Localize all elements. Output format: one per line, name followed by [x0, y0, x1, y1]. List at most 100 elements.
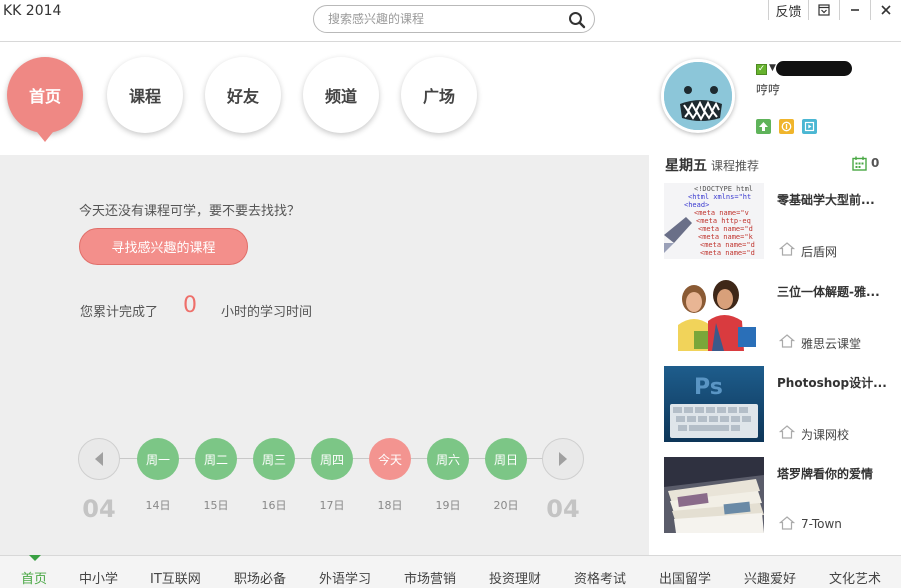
coin-icon[interactable]	[779, 119, 794, 134]
home-icon	[779, 425, 795, 439]
day-thu[interactable]: 周四	[311, 438, 353, 480]
category-arts[interactable]: 文化艺术	[829, 568, 881, 587]
category-workplace[interactable]: 职场必备	[234, 568, 286, 587]
study-time-suffix: 小时的学习时间	[221, 305, 313, 320]
code-thumbnail: <!DOCTYPE html <html xmlns="ht <head> <m…	[664, 183, 764, 259]
course-title[interactable]: 塔罗牌看你的爱情	[777, 465, 895, 482]
month-left: 04	[82, 495, 116, 523]
minimize-icon[interactable]	[839, 0, 870, 20]
month-right: 04	[546, 495, 580, 523]
nav-home[interactable]: 首页	[7, 57, 83, 142]
nav-friends[interactable]: 好友	[205, 57, 281, 133]
date-tue: 15日	[203, 499, 229, 512]
calendar-icon[interactable]	[852, 156, 867, 171]
day-sun[interactable]: 周日	[485, 438, 527, 480]
date-sun: 20日	[493, 499, 519, 512]
active-category-marker	[29, 555, 41, 561]
students-thumbnail	[664, 275, 764, 351]
home-icon	[779, 242, 795, 256]
date-sat: 19日	[435, 499, 461, 512]
svg-text:<meta name="d: <meta name="d	[700, 241, 755, 249]
close-icon[interactable]	[870, 0, 901, 20]
course-title[interactable]: 零基础学大型前...	[777, 191, 895, 208]
course-org[interactable]: 7-Town	[801, 517, 842, 531]
recommend-panel: 星期五 课程推荐 0 <!DOCTYPE html <html xmlns="ht…	[649, 155, 901, 555]
course-card[interactable]: Ps Photoshop设计... 为课网校	[664, 366, 901, 442]
svg-text:<meta name="v: <meta name="v	[694, 209, 749, 217]
nickname: 哼哼	[756, 83, 781, 97]
find-courses-button[interactable]: 寻找感兴趣的课程	[79, 228, 248, 265]
tarot-cards-thumbnail	[664, 457, 764, 533]
search-input[interactable]	[328, 10, 568, 28]
redacted-username	[776, 61, 852, 76]
calendar-count: 0	[871, 156, 880, 170]
date-mon: 14日	[145, 499, 171, 512]
category-study-abroad[interactable]: 出国留学	[659, 568, 711, 587]
date-wed: 16日	[261, 499, 287, 512]
app-title: KK 2014	[3, 3, 62, 19]
recommend-heading: 星期五 课程推荐	[665, 155, 759, 175]
svg-text:<!DOCTYPE html: <!DOCTYPE html	[694, 185, 753, 193]
day-sat[interactable]: 周六	[427, 438, 469, 480]
course-card[interactable]: 塔罗牌看你的爱情 7-Town	[664, 457, 901, 533]
svg-text:<meta name="d: <meta name="d	[700, 249, 755, 257]
category-exams[interactable]: 资格考试	[574, 568, 626, 587]
day-wed[interactable]: 周三	[253, 438, 295, 480]
svg-text:<meta http-eq: <meta http-eq	[696, 217, 751, 225]
online-status-icon[interactable]: ✓	[756, 64, 767, 75]
svg-text:<meta name="k: <meta name="k	[698, 233, 754, 241]
feedback-button[interactable]: 反馈	[768, 0, 808, 20]
chevron-left-icon	[95, 452, 103, 466]
course-org[interactable]: 雅思云课堂	[801, 335, 861, 352]
day-today[interactable]: 今天	[369, 438, 411, 480]
title-bar: KK 2014 反馈	[0, 0, 901, 42]
category-bar: 首页 中小学 IT互联网 职场必备 外语学习 市场营销 投资理财 资格考试 出国…	[0, 555, 901, 588]
category-finance[interactable]: 投资理财	[489, 568, 541, 587]
day-mon[interactable]: 周一	[137, 438, 179, 480]
search-box[interactable]	[313, 5, 595, 33]
category-home[interactable]: 首页	[21, 568, 47, 587]
category-marketing[interactable]: 市场营销	[404, 568, 456, 587]
course-org[interactable]: 为课网校	[801, 426, 849, 443]
course-title[interactable]: Photoshop设计...	[777, 374, 895, 391]
study-time-prefix: 您累计完成了	[80, 305, 159, 320]
nav-channels[interactable]: 频道	[303, 57, 379, 133]
category-it[interactable]: IT互联网	[150, 568, 201, 587]
date-today: 18日	[377, 499, 403, 512]
course-card[interactable]: 三位一体解题-雅... 雅思云课堂	[664, 275, 901, 351]
chevron-right-icon	[559, 452, 567, 466]
user-badges	[756, 119, 817, 134]
next-week-button[interactable]	[542, 438, 584, 480]
course-card[interactable]: <!DOCTYPE html <html xmlns="ht <head> <m…	[664, 183, 901, 259]
study-time-value: 0	[183, 293, 197, 318]
avatar[interactable]	[661, 59, 735, 133]
course-org[interactable]: 后盾网	[801, 243, 837, 260]
main-nav: 首页 课程 好友 频道 广场 ✓ ▼ 哼哼	[0, 43, 901, 155]
recommend-subtitle: 课程推荐	[711, 159, 760, 173]
upgrade-icon[interactable]	[756, 119, 771, 134]
home-icon	[779, 334, 795, 348]
weekday-label: 星期五	[665, 158, 707, 174]
svg-text:<head>: <head>	[684, 201, 709, 209]
nav-square[interactable]: 广场	[401, 57, 477, 133]
day-tue[interactable]: 周二	[195, 438, 237, 480]
home-icon	[779, 516, 795, 530]
photoshop-keyboard-thumbnail: Ps	[664, 366, 764, 442]
no-course-prompt: 今天还没有课程可学，要不要去找找？	[79, 204, 301, 219]
course-title[interactable]: 三位一体解题-雅...	[777, 283, 895, 300]
prev-week-button[interactable]	[78, 438, 120, 480]
nav-courses[interactable]: 课程	[107, 57, 183, 133]
category-language[interactable]: 外语学习	[319, 568, 371, 587]
search-icon[interactable]	[568, 11, 586, 29]
video-icon[interactable]	[802, 119, 817, 134]
status-dropdown-icon[interactable]: ▼	[769, 63, 776, 73]
category-hobbies[interactable]: 兴趣爱好	[744, 568, 796, 587]
today-panel: 今天还没有课程可学，要不要去找找？ 寻找感兴趣的课程 您累计完成了 0 小时的学…	[0, 155, 649, 555]
dropdown-icon[interactable]	[808, 0, 839, 20]
category-k12[interactable]: 中小学	[79, 568, 118, 587]
date-thu: 17日	[319, 499, 345, 512]
monster-avatar-icon	[664, 62, 732, 130]
svg-text:<meta name="d: <meta name="d	[698, 225, 753, 233]
window-controls: 反馈	[768, 0, 901, 22]
svg-text:<html xmlns="ht: <html xmlns="ht	[688, 193, 751, 201]
